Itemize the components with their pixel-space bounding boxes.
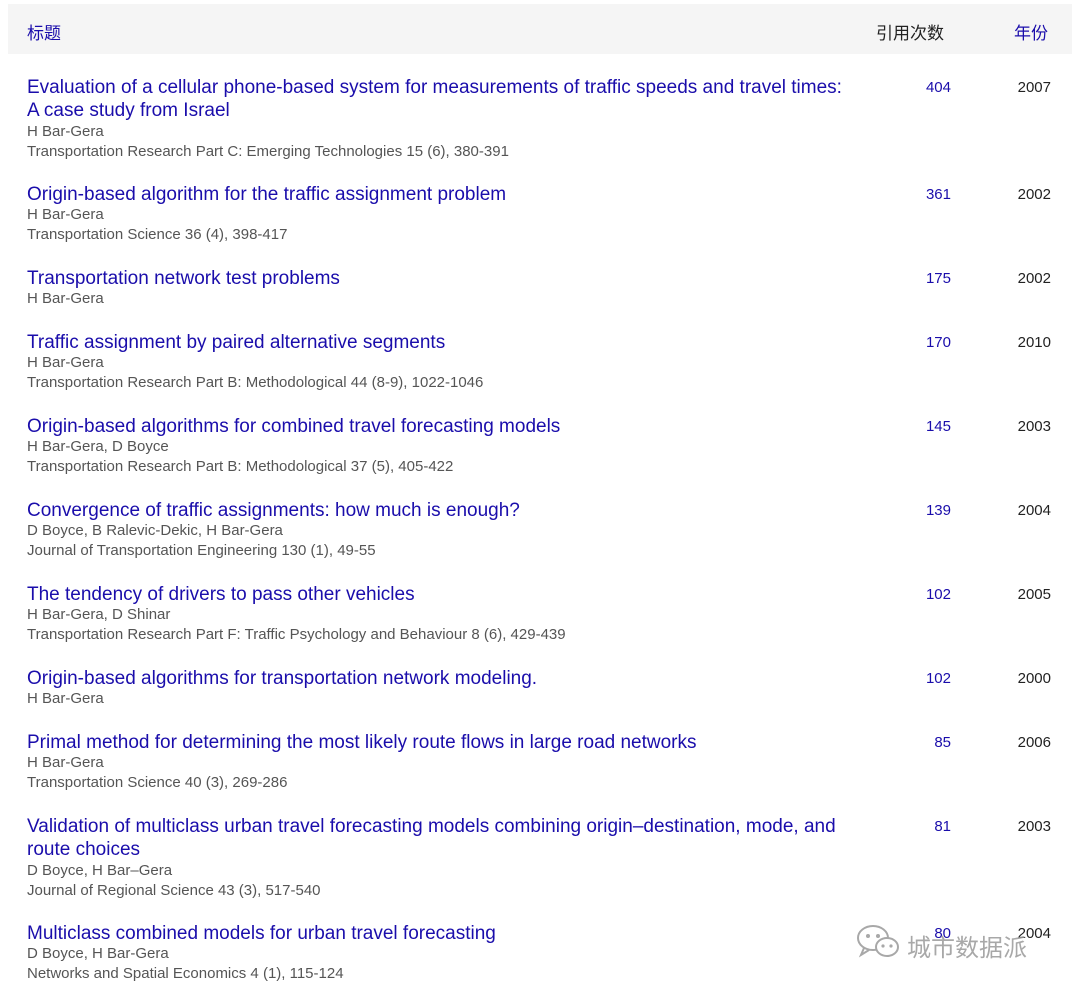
- table-header: 标题 引用次数 年份: [8, 4, 1072, 54]
- publication-year: 2005: [1017, 586, 1051, 603]
- cited-by-count-link[interactable]: 139: [926, 502, 951, 519]
- publication-authors: D Boyce, B Ralevic-Dekic, H Bar-Gera: [27, 522, 283, 539]
- cited-by-count-link[interactable]: 102: [926, 670, 951, 687]
- publication-list: Evaluation of a cellular phone-based sys…: [0, 76, 1080, 1006]
- publication-year: 2002: [1017, 186, 1051, 203]
- publication-title-link[interactable]: The tendency of drivers to pass other ve…: [27, 583, 847, 606]
- publication-title-link[interactable]: Primal method for determining the most l…: [27, 731, 847, 754]
- publication-authors: H Bar-Gera, D Shinar: [27, 606, 171, 623]
- publication-authors: D Boyce, H Bar-Gera: [27, 945, 169, 962]
- publication-title-link[interactable]: Origin-based algorithms for combined tra…: [27, 415, 847, 438]
- publication-authors: D Boyce, H Bar–Gera: [27, 862, 173, 879]
- publication-title-link[interactable]: Origin-based algorithms for transportati…: [27, 667, 847, 690]
- cited-by-count-link[interactable]: 170: [926, 334, 951, 351]
- cited-by-count-link[interactable]: 102: [926, 586, 951, 603]
- publication-authors: H Bar-Gera: [27, 354, 104, 371]
- table-row: Origin-based algorithms for combined tra…: [0, 415, 1080, 499]
- cited-by-count-link[interactable]: 175: [926, 270, 951, 287]
- cited-by-count-link[interactable]: 81: [934, 818, 951, 835]
- publication-venue: Transportation Research Part B: Methodol…: [27, 458, 454, 475]
- publication-authors: H Bar-Gera: [27, 206, 104, 223]
- publication-title-link[interactable]: Transportation network test problems: [27, 267, 847, 290]
- publication-venue: Transportation Research Part F: Traffic …: [27, 626, 566, 643]
- table-row: The tendency of drivers to pass other ve…: [0, 583, 1080, 667]
- publication-title-link[interactable]: Traffic assignment by paired alternative…: [27, 331, 847, 354]
- year-column-header[interactable]: 年份: [1014, 19, 1048, 44]
- publication-authors: H Bar-Gera: [27, 290, 104, 307]
- table-row: Transportation network test problems H B…: [0, 267, 1080, 331]
- table-row: Traffic assignment by paired alternative…: [0, 331, 1080, 415]
- publication-year: 2000: [1017, 670, 1051, 687]
- publication-venue: Transportation Research Part B: Methodol…: [27, 374, 484, 391]
- publication-title-link[interactable]: Origin-based algorithm for the traffic a…: [27, 183, 847, 206]
- wechat-icon: [855, 922, 901, 969]
- cited-by-count-link[interactable]: 404: [926, 79, 951, 96]
- publication-year: 2010: [1017, 334, 1051, 351]
- cited-by-count-link[interactable]: 85: [934, 734, 951, 751]
- publication-authors: H Bar-Gera: [27, 754, 104, 771]
- publication-title-link[interactable]: Evaluation of a cellular phone-based sys…: [27, 76, 847, 122]
- table-row: Origin-based algorithm for the traffic a…: [0, 183, 1080, 267]
- publication-title-link[interactable]: Multiclass combined models for urban tra…: [27, 922, 847, 945]
- watermark: 城市数据派: [855, 922, 1027, 969]
- publication-authors: H Bar-Gera: [27, 123, 104, 140]
- publication-year: 2002: [1017, 270, 1051, 287]
- table-row: Origin-based algorithms for transportati…: [0, 667, 1080, 731]
- title-column-header[interactable]: 标题: [27, 19, 61, 44]
- publication-title-link[interactable]: Convergence of traffic assignments: how …: [27, 499, 847, 522]
- publication-year: 2003: [1017, 418, 1051, 435]
- cited-by-count-link[interactable]: 361: [926, 186, 951, 203]
- publication-venue: Transportation Research Part C: Emerging…: [27, 143, 509, 160]
- table-row: Primal method for determining the most l…: [0, 731, 1080, 815]
- publication-year: 2007: [1017, 79, 1051, 96]
- publication-year: 2006: [1017, 734, 1051, 751]
- publication-venue: Networks and Spatial Economics 4 (1), 11…: [27, 965, 344, 982]
- publication-authors: H Bar-Gera: [27, 690, 104, 707]
- publication-title-link[interactable]: Validation of multiclass urban travel fo…: [27, 815, 847, 861]
- publication-venue: Transportation Science 36 (4), 398-417: [27, 226, 288, 243]
- table-row: Evaluation of a cellular phone-based sys…: [0, 76, 1080, 183]
- cited-by-column-header[interactable]: 引用次数: [876, 19, 944, 44]
- publication-year: 2003: [1017, 818, 1051, 835]
- publication-venue: Transportation Science 40 (3), 269-286: [27, 774, 288, 791]
- table-row: Convergence of traffic assignments: how …: [0, 499, 1080, 583]
- publication-venue: Journal of Regional Science 43 (3), 517-…: [27, 882, 321, 899]
- publication-venue: Journal of Transportation Engineering 13…: [27, 542, 376, 559]
- publication-authors: H Bar-Gera, D Boyce: [27, 438, 169, 455]
- publication-year: 2004: [1017, 502, 1051, 519]
- watermark-text: 城市数据派: [907, 935, 1027, 962]
- cited-by-count-link[interactable]: 145: [926, 418, 951, 435]
- table-row: Validation of multiclass urban travel fo…: [0, 815, 1080, 922]
